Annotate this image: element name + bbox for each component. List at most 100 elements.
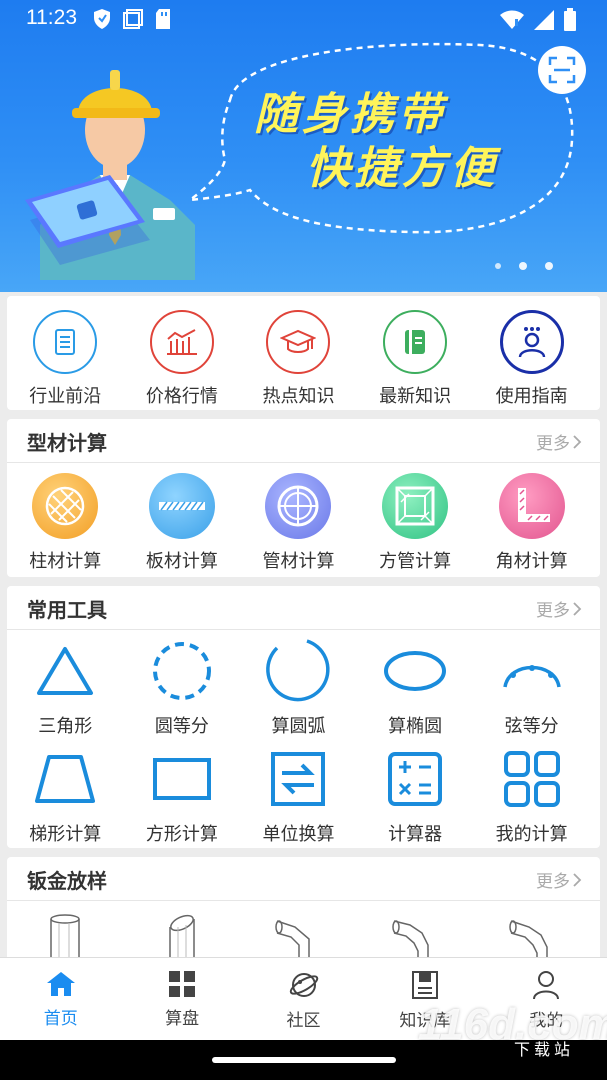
plate-icon — [148, 473, 215, 539]
angle-steel-icon — [498, 473, 565, 539]
sheet-metal-item[interactable] — [357, 913, 474, 963]
tool-label: 我的计算 — [495, 824, 568, 845]
chevron-right-icon — [573, 601, 582, 616]
chord-icon — [502, 665, 561, 688]
status-time: 11:23 — [26, 6, 77, 29]
tool-label: 梯形计算 — [29, 824, 102, 845]
section-title: 钣金放样 — [27, 869, 107, 893]
apps-grid-icon — [169, 971, 196, 997]
tool-rectangle[interactable]: 方形计算 — [124, 746, 241, 846]
tab-label: 社区 — [286, 1011, 321, 1031]
bar-chart-icon — [149, 310, 214, 374]
elbow-pipe-icon — [508, 920, 548, 963]
profile-calc-card: 型材计算 更多 柱材计算 板材计算 管材计算 方管计算 角材计算 — [7, 419, 600, 577]
quick-nav-price[interactable]: 价格行情 — [124, 310, 241, 408]
triangle-icon — [37, 647, 94, 695]
section-title: 常用工具 — [27, 598, 107, 622]
tool-circle-divide[interactable]: 圆等分 — [124, 638, 241, 738]
rectangle-icon — [152, 758, 211, 800]
carousel-dot[interactable] — [519, 262, 527, 270]
document-list-icon — [33, 310, 98, 374]
sheet-metal-item[interactable] — [7, 913, 124, 963]
grid-squares-icon — [503, 751, 560, 807]
tool-trapezoid[interactable]: 梯形计算 — [7, 746, 124, 846]
tab-abacus[interactable]: 算盘 — [121, 958, 242, 1040]
section-title: 型材计算 — [27, 431, 107, 455]
shield-icon — [94, 9, 110, 29]
app-screen: 11:23 随身携带 快捷方便 行业前沿 价格行情 热点知识 最新知识 使用指南… — [0, 0, 607, 1080]
tool-unit-convert[interactable]: 单位换算 — [240, 746, 357, 846]
ellipse-icon — [384, 651, 447, 691]
calc-angle[interactable]: 角材计算 — [473, 473, 590, 573]
chevron-right-icon — [573, 434, 582, 449]
quick-nav-label: 行业前沿 — [29, 386, 102, 407]
tab-home[interactable]: 首页 — [0, 958, 121, 1040]
sheet-metal-card: 钣金放样 更多 — [7, 857, 600, 967]
elbow-pipe-icon — [392, 920, 429, 963]
quick-nav-industry[interactable]: 行业前沿 — [7, 310, 124, 408]
more-label: 更多 — [536, 434, 570, 454]
round-bar-icon — [32, 473, 99, 539]
calc-plate[interactable]: 板材计算 — [124, 473, 241, 573]
home-icon — [46, 972, 75, 996]
book-icon — [411, 971, 438, 999]
scan-button[interactable] — [538, 46, 586, 94]
more-link[interactable]: 更多 — [536, 429, 582, 454]
calc-pipe[interactable]: 管材计算 — [240, 473, 357, 573]
more-label: 更多 — [536, 872, 570, 892]
tool-label: 弦等分 — [504, 716, 559, 737]
calc-round-bar[interactable]: 柱材计算 — [7, 473, 124, 573]
more-label: 更多 — [536, 601, 570, 621]
tool-label: 方形计算 — [145, 824, 218, 845]
battery-icon — [564, 8, 576, 31]
quick-nav-latest[interactable]: 最新知识 — [357, 310, 474, 408]
sd-card-icon — [156, 9, 170, 29]
tool-chord[interactable]: 弦等分 — [473, 638, 590, 738]
graduation-cap-icon — [266, 310, 331, 374]
quick-nav-guide[interactable]: 使用指南 — [473, 310, 590, 408]
calculator-icon — [388, 752, 443, 806]
tool-my-calc[interactable]: 我的计算 — [473, 746, 590, 846]
more-link[interactable]: 更多 — [536, 596, 582, 621]
scan-icon — [548, 56, 576, 84]
tool-arc[interactable]: 算圆弧 — [240, 638, 357, 738]
tool-calculator[interactable]: 计算器 — [357, 746, 474, 846]
signal-icon — [534, 10, 554, 30]
quick-nav-card: 行业前沿 价格行情 热点知识 最新知识 使用指南 — [7, 296, 600, 410]
tab-label: 算盘 — [165, 1009, 200, 1029]
square-tube-icon — [382, 473, 449, 539]
oblique-pipe-icon — [169, 914, 195, 963]
carousel-dots — [495, 262, 553, 270]
carousel-dot[interactable] — [495, 263, 501, 269]
calc-label: 角材计算 — [495, 551, 568, 572]
tool-label: 计算器 — [388, 824, 443, 845]
calc-label: 方管计算 — [379, 551, 452, 572]
sheet-metal-item[interactable] — [124, 913, 241, 963]
planet-icon — [289, 973, 318, 997]
tool-label: 算椭圆 — [388, 716, 443, 737]
home-gesture-pill[interactable] — [212, 1057, 396, 1063]
sheet-metal-item[interactable] — [240, 913, 357, 963]
common-tools-card: 常用工具 更多 三角形 圆等分 算圆弧 算椭圆 弦等分 梯形计算 方形计算 单位… — [7, 586, 600, 848]
tab-community[interactable]: 社区 — [243, 958, 364, 1040]
carousel-dot[interactable] — [545, 262, 553, 270]
banner-slogan-line2: 快捷方便 — [306, 143, 498, 194]
more-link[interactable]: 更多 — [536, 867, 582, 892]
swap-arrows-icon — [271, 752, 326, 806]
promo-banner[interactable]: 11:23 随身携带 快捷方便 — [0, 0, 607, 292]
chevron-right-icon — [573, 872, 582, 887]
quick-nav-hot[interactable]: 热点知识 — [240, 310, 357, 408]
wifi-icon — [500, 10, 524, 29]
tool-label: 算圆弧 — [271, 716, 326, 737]
person-guide-icon — [499, 310, 564, 374]
quick-nav-label: 热点知识 — [262, 386, 335, 407]
tool-ellipse[interactable]: 算椭圆 — [357, 638, 474, 738]
sheet-metal-item[interactable] — [473, 913, 590, 963]
calc-square-tube[interactable]: 方管计算 — [357, 473, 474, 573]
status-bar: 11:23 — [0, 0, 607, 40]
calc-label: 板材计算 — [145, 551, 218, 572]
quick-nav-label: 最新知识 — [379, 386, 452, 407]
arc-icon — [266, 639, 331, 702]
tool-triangle[interactable]: 三角形 — [7, 638, 124, 738]
quick-nav-label: 使用指南 — [495, 386, 568, 407]
